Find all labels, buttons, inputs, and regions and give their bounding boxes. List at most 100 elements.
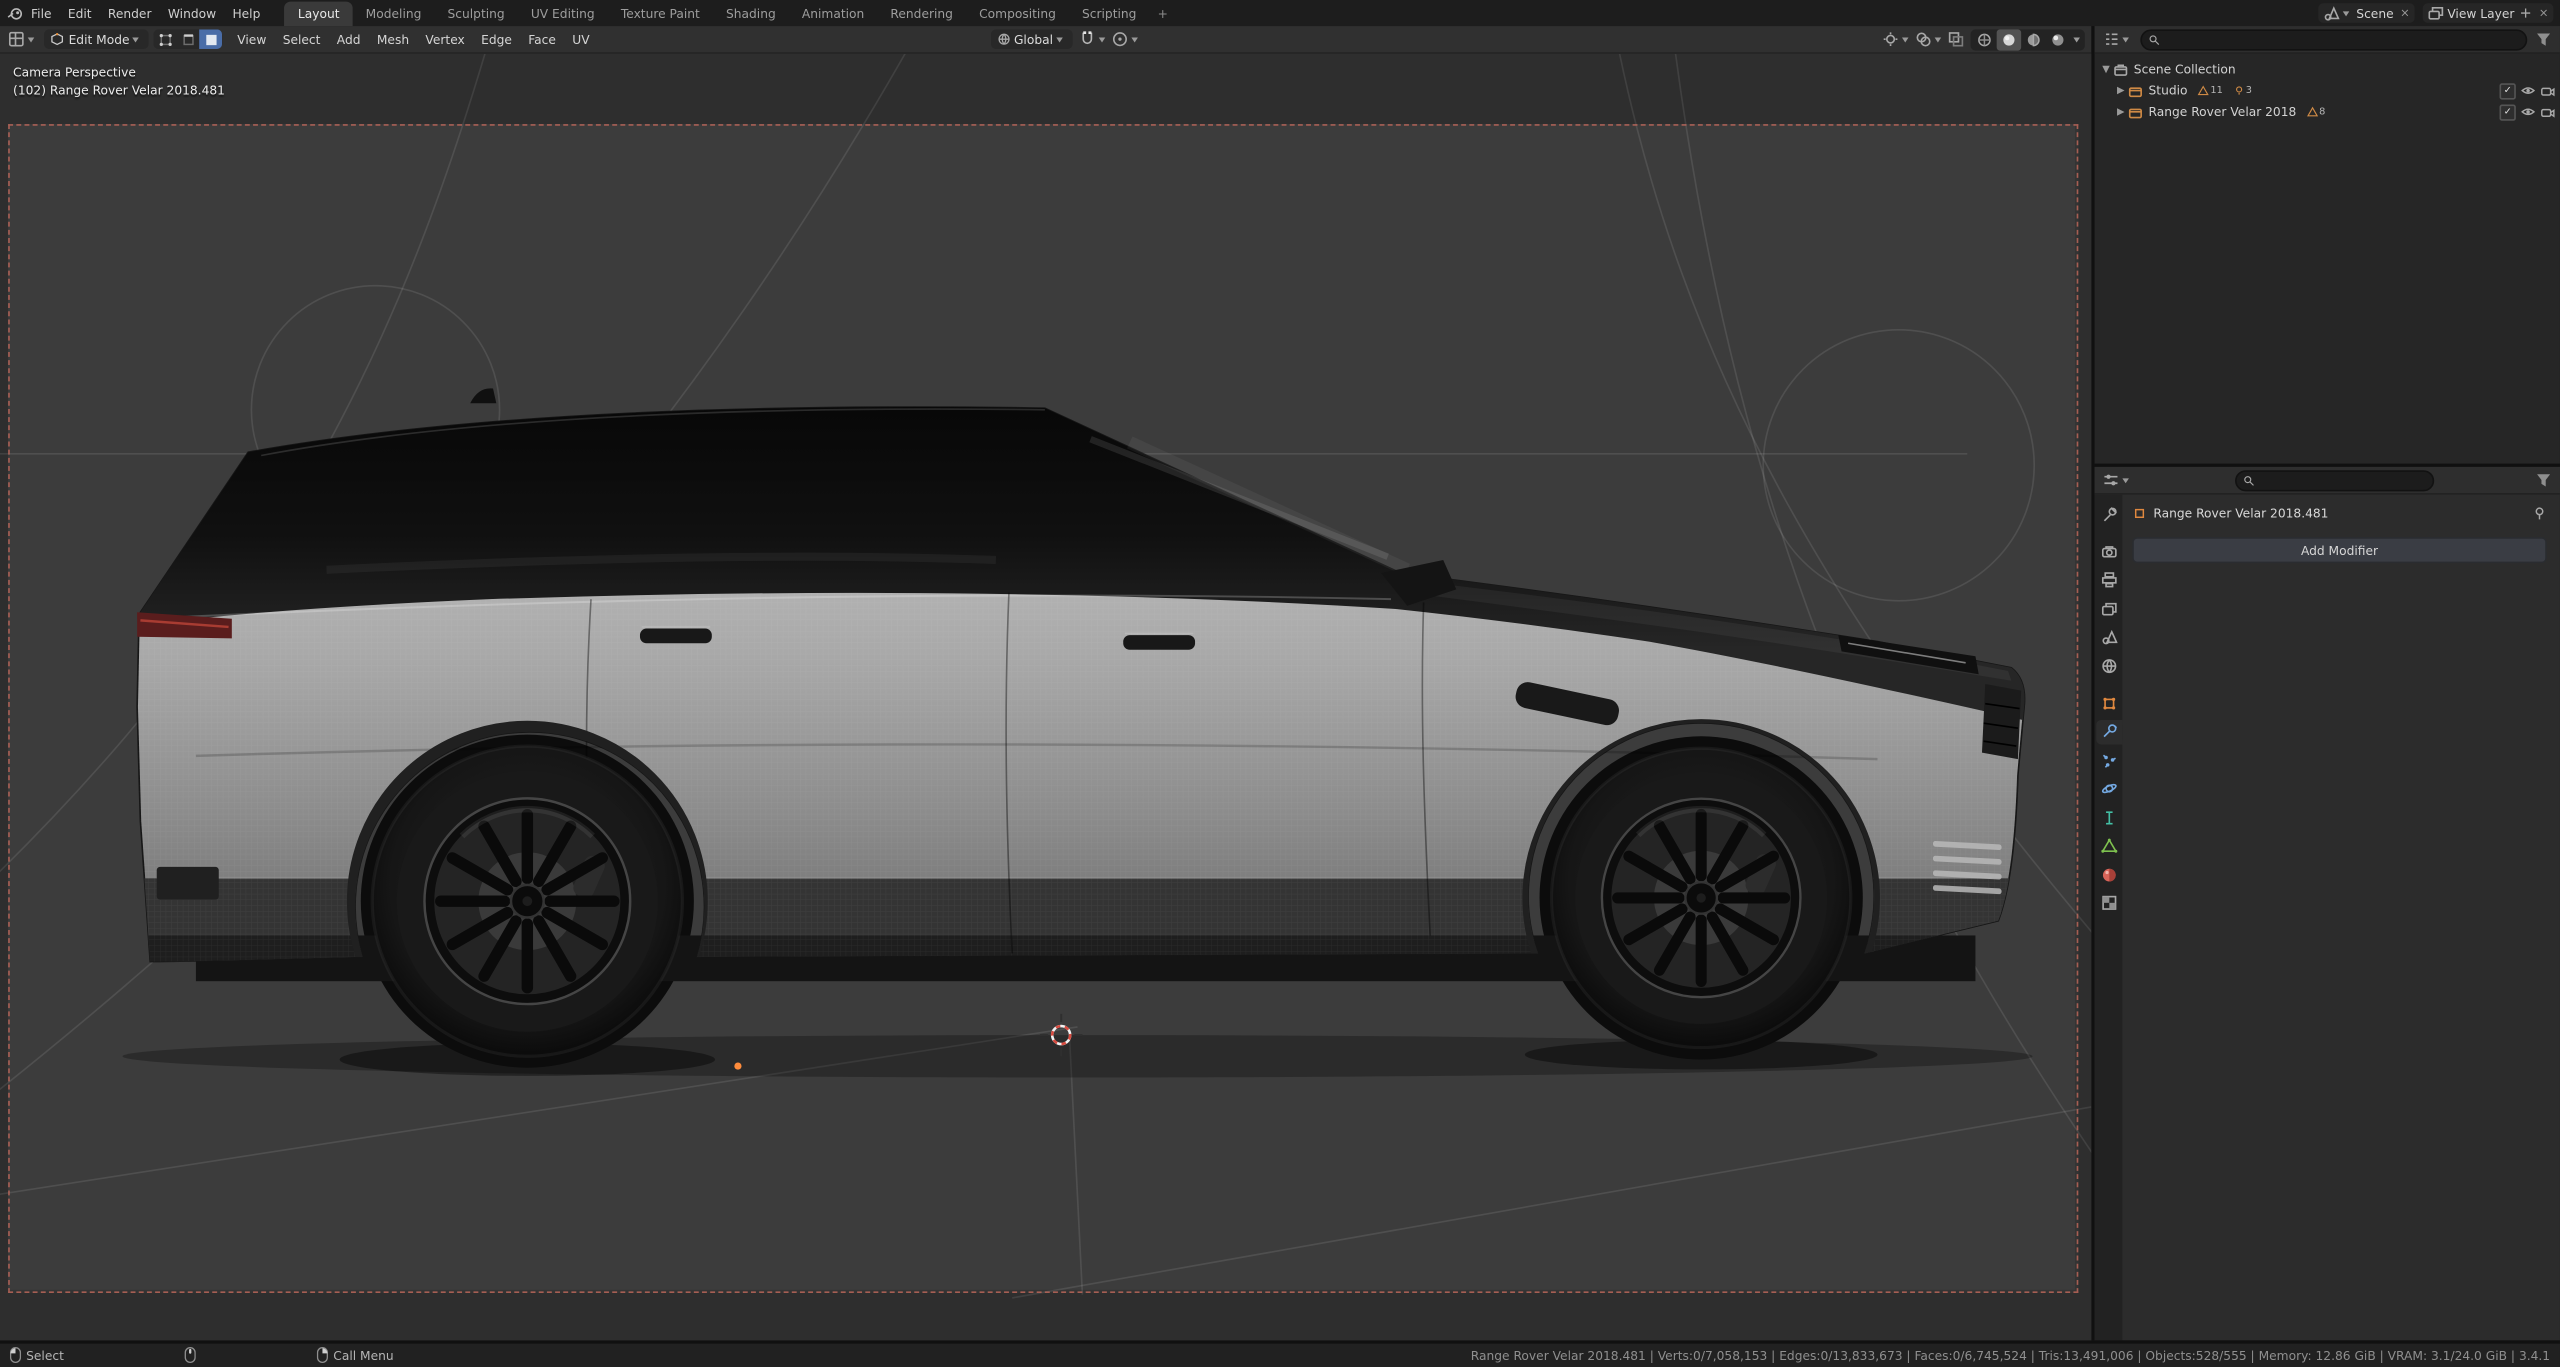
tab-modifier-properties[interactable] <box>2095 719 2122 744</box>
vertex-select-button[interactable] <box>154 29 177 49</box>
disclosure-collapsed-icon[interactable]: ▶ <box>2114 85 2127 96</box>
menu-uv[interactable]: UV <box>564 32 598 47</box>
tab-physics-properties[interactable] <box>2095 776 2121 800</box>
material-preview-icon <box>2027 32 2040 46</box>
light-data-icon <box>2235 86 2242 95</box>
rendered-shading-button[interactable] <box>2046 29 2070 50</box>
tab-world-properties[interactable] <box>2095 653 2121 677</box>
viewport-3d[interactable]: Camera Perspective (102) Range Rover Vel… <box>0 53 2092 1340</box>
add-modifier-button[interactable]: Add Modifier <box>2132 537 2547 564</box>
select-mode-group <box>154 29 223 49</box>
mode-dropdown[interactable]: Edit Mode <box>44 29 150 49</box>
tab-scripting[interactable]: Scripting <box>1069 1 1150 26</box>
scene-selector[interactable]: Scene × <box>2318 3 2415 23</box>
outliner-editor-type-button[interactable] <box>2101 29 2134 49</box>
view-layer-selector[interactable]: View Layer × <box>2422 3 2554 23</box>
properties-editor-type-button[interactable] <box>2101 470 2134 490</box>
tab-tool-properties[interactable] <box>2095 501 2121 525</box>
outliner-row-scene-collection[interactable]: ▼ Scene Collection <box>2095 59 2560 80</box>
scene-icon <box>2325 6 2340 21</box>
exclude-checkbox[interactable]: ✓ <box>2499 103 2516 120</box>
menu-edit[interactable]: Edit <box>60 6 100 21</box>
tab-object-properties[interactable] <box>2095 691 2121 715</box>
transform-orientation-dropdown[interactable]: Global <box>991 29 1073 49</box>
workspace-tabs: Layout Modeling Sculpting UV Editing Tex… <box>284 0 1177 27</box>
new-layer-icon[interactable] <box>2519 7 2532 20</box>
edge-select-icon <box>183 33 194 45</box>
disclosure-expanded-icon[interactable]: ▼ <box>2100 64 2113 75</box>
mesh-data-icon <box>2306 106 2318 117</box>
menu-render[interactable]: Render <box>100 6 160 21</box>
snap-toggle[interactable] <box>1078 29 1111 49</box>
tab-constraint-properties[interactable] <box>2095 805 2121 829</box>
tab-view-layer-properties[interactable] <box>2095 596 2121 620</box>
hide-viewport-eye-icon[interactable] <box>2521 104 2536 119</box>
tab-material-properties[interactable] <box>2095 862 2121 886</box>
view-layer-name: View Layer <box>2447 5 2515 21</box>
exclude-checkbox[interactable]: ✓ <box>2499 82 2516 99</box>
outliner-row-range-rover[interactable]: ▶ Range Rover Velar 2018 8 ✓ <box>2095 101 2560 122</box>
tab-modeling[interactable]: Modeling <box>353 1 435 26</box>
tab-uv-editing[interactable]: UV Editing <box>518 1 608 26</box>
proportional-editing-toggle[interactable] <box>1110 29 1143 49</box>
menu-file[interactable]: File <box>23 6 60 21</box>
outliner-row-studio[interactable]: ▶ Studio 11 3 ✓ <box>2095 80 2560 101</box>
tab-animation[interactable]: Animation <box>789 1 878 26</box>
tab-texture-properties[interactable] <box>2095 891 2121 915</box>
menu-edge[interactable]: Edge <box>473 32 520 47</box>
menu-help[interactable]: Help <box>224 6 268 21</box>
tab-object-data-properties[interactable] <box>2095 833 2121 857</box>
tab-shading[interactable]: Shading <box>713 1 789 26</box>
outliner-header <box>2094 26 2560 54</box>
tab-output-properties[interactable] <box>2095 567 2121 591</box>
properties-header <box>2094 466 2560 495</box>
contents-badge: 8 <box>2306 106 2325 118</box>
tab-render-properties[interactable] <box>2095 539 2121 563</box>
menu-add[interactable]: Add <box>329 32 369 47</box>
breadcrumb-object-name: Range Rover Velar 2018.481 <box>2153 505 2329 520</box>
right-mouse-button-icon <box>317 1347 329 1364</box>
menu-window[interactable]: Window <box>160 6 225 21</box>
tab-rendering[interactable]: Rendering <box>877 1 966 26</box>
properties-filter-button[interactable] <box>2534 470 2554 490</box>
material-preview-button[interactable] <box>2021 29 2045 50</box>
view-layer-remove-icon[interactable]: × <box>2539 7 2549 20</box>
scene-canvas <box>0 53 2092 1299</box>
overlays-dropdown[interactable] <box>1913 29 1946 49</box>
tab-layout[interactable]: Layout <box>284 0 353 27</box>
show-gizmo-dropdown[interactable] <box>1881 29 1914 49</box>
menu-view[interactable]: View <box>229 32 274 47</box>
disclosure-collapsed-icon[interactable]: ▶ <box>2114 106 2127 117</box>
menu-face[interactable]: Face <box>520 32 564 47</box>
outliner: ▼ Scene Collection ▶ Studio 11 3 ✓ ▶ Ran… <box>2094 26 2560 464</box>
tab-sculpting[interactable]: Sculpting <box>434 1 517 26</box>
contents-badge: 11 <box>2197 85 2223 96</box>
edge-select-button[interactable] <box>177 29 200 49</box>
tab-particle-properties[interactable] <box>2095 748 2121 772</box>
properties-search-field[interactable] <box>2234 469 2434 491</box>
global-orientation-icon <box>998 33 1010 45</box>
wireframe-shading-button[interactable] <box>1972 29 1996 50</box>
menu-mesh[interactable]: Mesh <box>369 32 418 47</box>
scene-unlink-icon[interactable]: × <box>2400 7 2410 20</box>
solid-shading-button[interactable] <box>1996 28 2022 50</box>
mode-label: Edit Mode <box>68 31 130 47</box>
add-workspace-button[interactable]: + <box>1150 2 1177 26</box>
rendered-shading-icon <box>2052 33 2064 45</box>
face-select-button[interactable] <box>199 29 223 49</box>
hide-viewport-eye-icon[interactable] <box>2521 83 2536 98</box>
outliner-filter-button[interactable] <box>2534 29 2554 49</box>
xray-toggle[interactable] <box>1946 29 1966 49</box>
blender-logo-icon[interactable] <box>7 5 23 21</box>
pin-icon[interactable] <box>2532 505 2547 520</box>
outliner-search-field[interactable] <box>2140 28 2528 50</box>
editor-type-button[interactable] <box>7 29 40 49</box>
disable-render-camera-icon[interactable] <box>2540 104 2555 119</box>
menu-vertex[interactable]: Vertex <box>417 32 473 47</box>
tab-scene-properties[interactable] <box>2095 624 2121 648</box>
tab-compositing[interactable]: Compositing <box>966 1 1069 26</box>
search-icon <box>2243 475 2254 485</box>
disable-render-camera-icon[interactable] <box>2540 83 2555 98</box>
menu-select[interactable]: Select <box>275 32 329 47</box>
tab-texture-paint[interactable]: Texture Paint <box>608 1 713 26</box>
